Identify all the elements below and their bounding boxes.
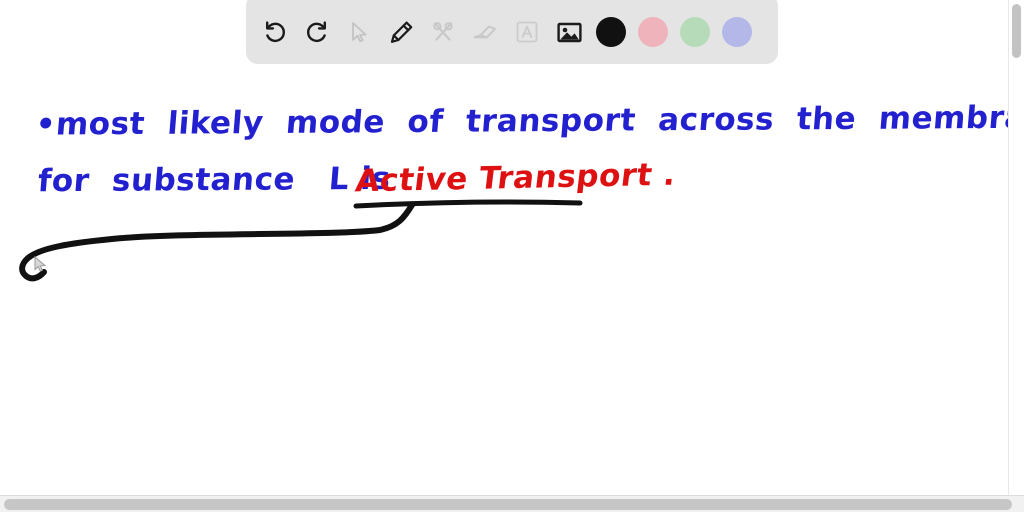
- eraser-icon[interactable]: [464, 10, 506, 54]
- color-swatch-black[interactable]: [590, 10, 632, 54]
- horizontal-scrollbar[interactable]: [0, 495, 1024, 512]
- swatch-fill-black: [596, 17, 626, 47]
- image-icon[interactable]: [548, 10, 590, 54]
- swatch-fill-periwinkle: [722, 17, 752, 47]
- swatch-fill-green: [680, 17, 710, 47]
- select-icon[interactable]: [338, 10, 380, 54]
- pen-icon[interactable]: [380, 10, 422, 54]
- color-swatch-green[interactable]: [674, 10, 716, 54]
- tools-icon[interactable]: [422, 10, 464, 54]
- color-swatch-pink[interactable]: [632, 10, 674, 54]
- color-swatch-periwinkle[interactable]: [716, 10, 758, 54]
- vertical-scrollbar[interactable]: [1008, 0, 1024, 496]
- whiteboard-canvas[interactable]: •most likely mode of transport across th…: [0, 0, 1024, 512]
- vertical-scrollbar-thumb[interactable]: [1012, 4, 1021, 58]
- drawing-toolbar[interactable]: [246, 0, 778, 64]
- redo-icon[interactable]: [296, 10, 338, 54]
- ink-layer: •most likely mode of transport across th…: [0, 0, 1024, 512]
- horizontal-scrollbar-thumb[interactable]: [4, 499, 1012, 510]
- undo-icon[interactable]: [254, 10, 296, 54]
- annotation-leader-line: [19, 199, 583, 282]
- text-icon[interactable]: [506, 10, 548, 54]
- mouse-cursor: [34, 256, 47, 272]
- swatch-fill-pink: [638, 17, 668, 47]
